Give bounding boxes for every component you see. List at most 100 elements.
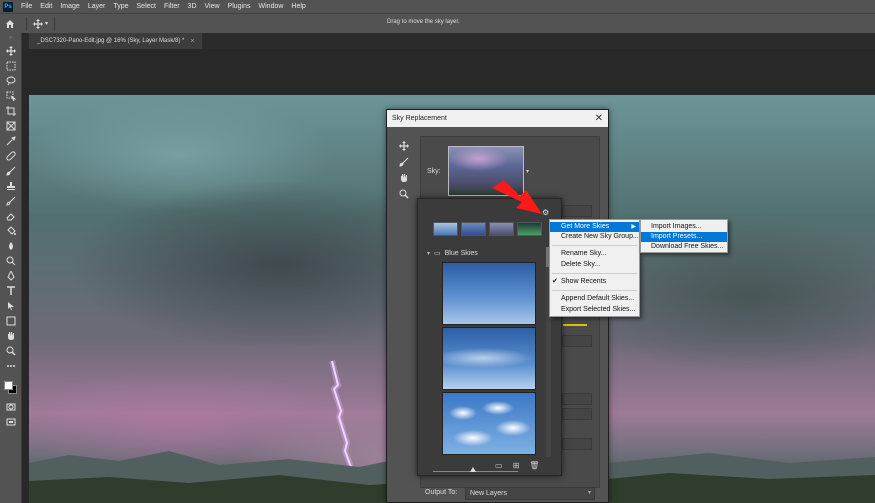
menu-item-label: Import Images... [651,223,702,230]
settings-field[interactable] [562,335,592,347]
tool-history-brush[interactable] [0,193,22,208]
menu-window[interactable]: Window [255,0,288,13]
settings-field[interactable] [562,438,592,450]
sky-move-tool[interactable] [396,138,412,154]
settings-field[interactable] [562,408,592,420]
quick-mask-icon [6,403,16,410]
tool-marquee[interactable] [0,58,22,73]
menu-separator [552,245,637,246]
close-icon[interactable]: ✕ [595,113,603,124]
sky-brush-tool[interactable] [396,154,412,170]
menu-item-delete-sky[interactable]: Delete Sky... [550,260,639,270]
menu-view[interactable]: View [201,0,224,13]
sky-preset-thumbnail[interactable] [442,392,536,455]
menu-help[interactable]: Help [287,0,309,13]
foreground-color[interactable] [4,381,13,390]
panel-grip-icon[interactable]: » [0,33,21,43]
tool-preset-picker[interactable]: ▾ [33,18,48,29]
tool-dodge[interactable] [0,253,22,268]
tool-screen-mode[interactable] [0,414,22,429]
sky-preset-thumbnail[interactable] [442,262,536,325]
menu-item-get-more-skies[interactable]: Get More Skies ▶ [550,222,639,232]
sky-group-header[interactable]: ▾ ▭ Blue Skies [427,247,551,259]
tool-quick-mask[interactable] [0,399,22,414]
trash-icon[interactable]: 🗑 [529,461,539,470]
menu-3d[interactable]: 3D [184,0,201,13]
tool-eyedropper[interactable] [0,133,22,148]
add-sky-icon[interactable]: ⊞ [513,461,520,470]
tool-brush[interactable] [0,163,22,178]
zoom-icon [6,346,16,356]
recent-sky-thumbnail[interactable] [433,222,458,236]
options-divider [26,16,27,31]
tool-path-select[interactable] [0,298,22,313]
menu-item-download-free-skies[interactable]: Download Free Skies... [641,242,727,252]
tool-healing[interactable] [0,148,22,163]
paint-bucket-icon [7,225,16,235]
tool-stamp[interactable] [0,178,22,193]
menu-item-label: Import Presets... [651,233,703,240]
dialog-titlebar[interactable]: Sky Replacement ✕ [387,110,608,127]
document-tab[interactable]: _DSC7320-Pano-Edit.jpg @ 16% (Sky, Layer… [29,33,203,49]
tool-type[interactable] [0,283,22,298]
tool-crop[interactable] [0,103,22,118]
zoom-tool[interactable] [396,186,412,202]
slider-knob[interactable] [470,467,476,472]
tool-lasso[interactable] [0,73,22,88]
bandage-icon [6,150,16,161]
eraser-icon [6,212,15,220]
crop-icon [6,105,16,116]
sky-picker-popup: ⚙ ▾ ▭ Blue Skies ▭ ⊞ 🗑 [417,198,562,476]
tool-zoom[interactable] [0,343,22,358]
output-to-select[interactable]: New Layers ▾ [465,487,595,500]
menu-item-import-images[interactable]: Import Images... [641,222,727,232]
annotation-arrow [492,180,542,214]
close-icon[interactable]: × [190,38,194,45]
menu-layer[interactable]: Layer [84,0,110,13]
menu-file[interactable]: File [17,0,36,13]
tool-hand[interactable] [0,328,22,343]
document-title: _DSC7320-Pano-Edit.jpg @ 16% (Sky, Layer… [37,38,185,44]
hand-icon [8,331,14,340]
tool-object-select[interactable] [0,88,22,103]
options-divider [54,16,56,31]
tool-paint-bucket[interactable] [0,223,22,238]
pen-icon [7,270,15,281]
menu-item-export-selected-skies[interactable]: Export Selected Skies... [550,305,639,315]
tool-frame[interactable] [0,118,22,133]
menu-item-create-new-sky-group[interactable]: Create New Sky Group... [550,232,639,242]
menu-separator [552,273,637,274]
menu-plugins[interactable]: Plugins [224,0,255,13]
settings-field[interactable] [562,205,592,217]
sky-preset-thumbnail[interactable] [442,327,536,390]
tool-eraser[interactable] [0,208,22,223]
home-button[interactable] [0,15,20,33]
color-swatches[interactable] [0,377,22,399]
tool-pen[interactable] [0,268,22,283]
menu-edit[interactable]: Edit [36,0,56,13]
menu-item-rename-sky[interactable]: Rename Sky... [550,249,639,259]
recent-sky-thumbnail[interactable] [517,222,542,236]
menu-image[interactable]: Image [56,0,83,13]
hand-tool[interactable] [396,170,412,186]
menu-item-import-presets[interactable]: Import Presets... [641,232,727,242]
tool-move[interactable] [0,43,22,58]
move-icon [6,45,16,56]
menu-type[interactable]: Type [109,0,132,13]
settings-field[interactable] [562,393,592,405]
recent-sky-thumbnail[interactable] [461,222,486,236]
dialog-title: Sky Replacement [392,115,447,122]
type-icon [7,285,15,295]
menu-item-append-default-skies[interactable]: Append Default Skies... [550,294,639,304]
new-group-folder-icon[interactable]: ▭ [495,461,503,470]
menu-select[interactable]: Select [133,0,160,13]
tool-blur[interactable] [0,238,22,253]
tool-more[interactable] [0,358,22,373]
menu-filter[interactable]: Filter [160,0,184,13]
sky-group-name: Blue Skies [444,249,478,257]
recent-sky-thumbnail[interactable] [489,222,514,236]
tool-shape[interactable] [0,313,22,328]
marquee-icon [6,61,16,70]
settings-slider[interactable] [563,324,587,326]
menu-item-show-recents[interactable]: ✔ Show Recents [550,277,639,287]
